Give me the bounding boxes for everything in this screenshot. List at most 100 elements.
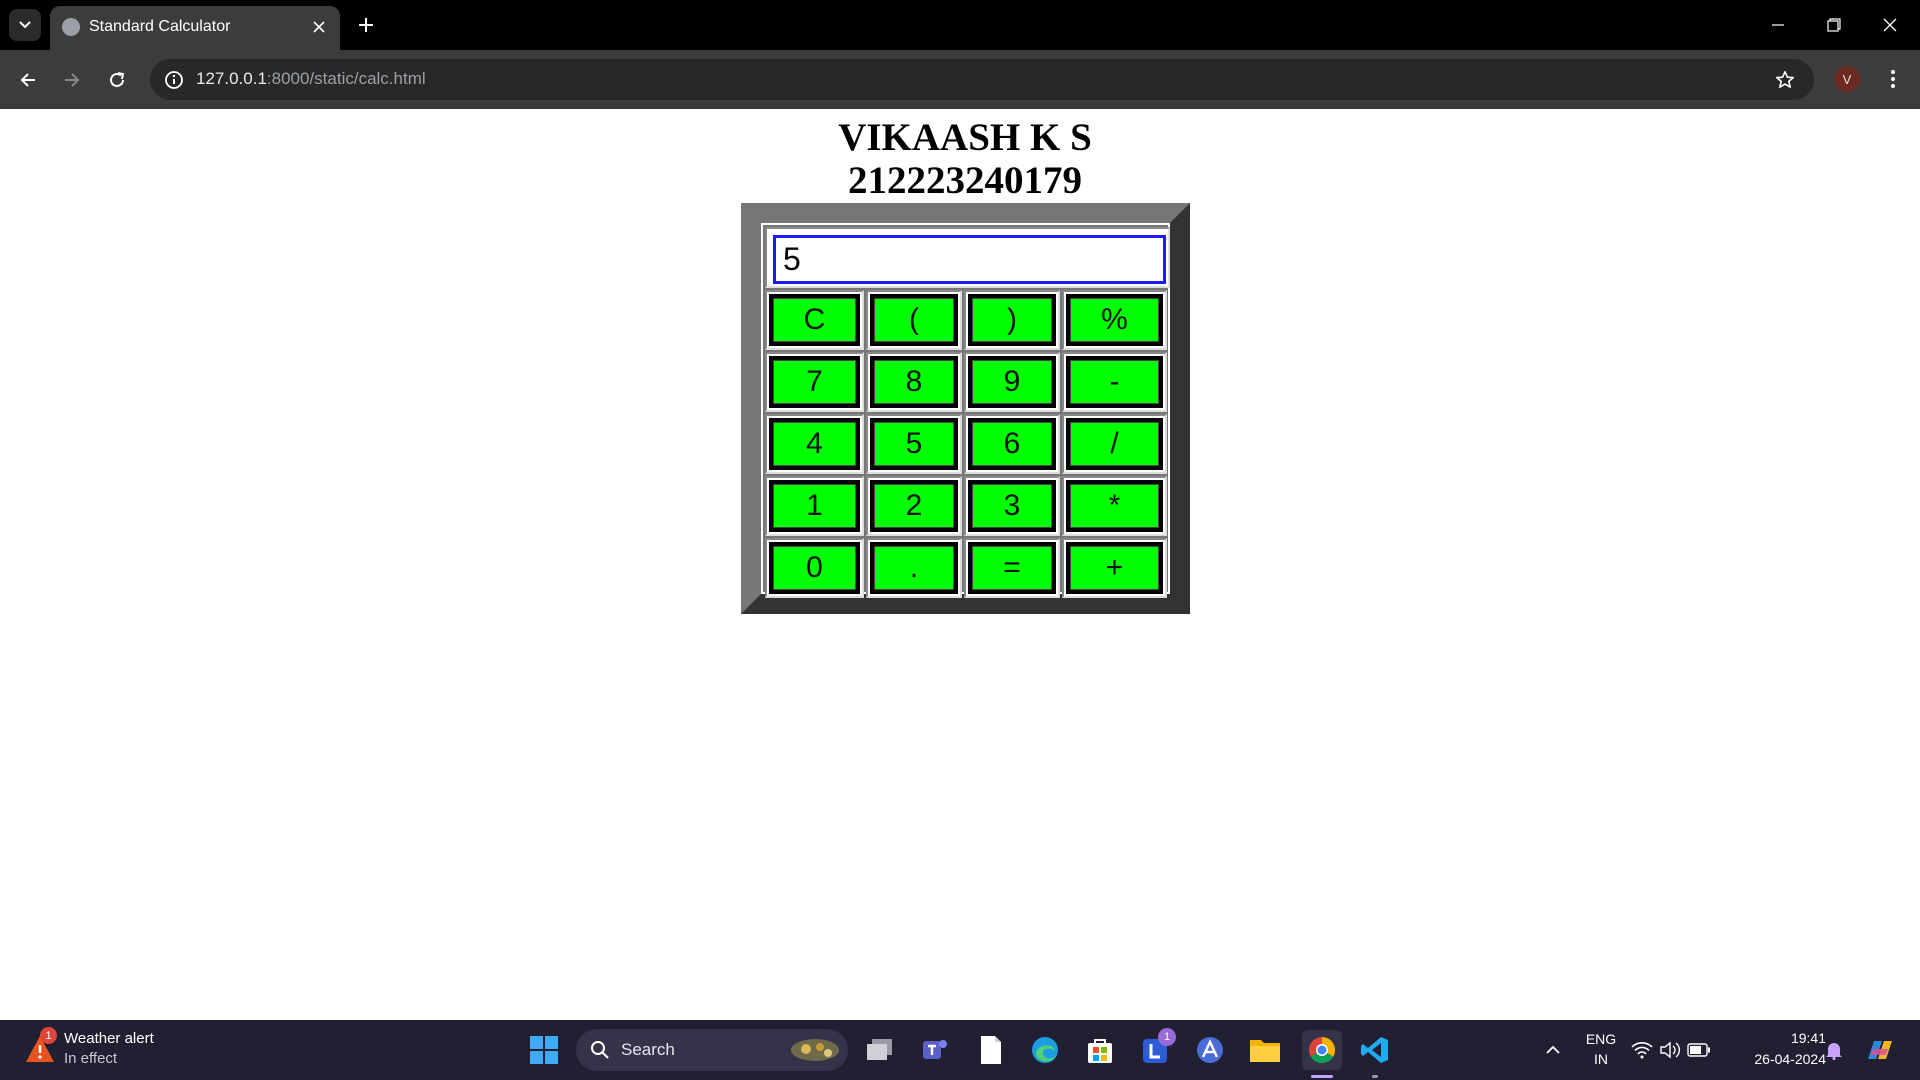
weather-title[interactable]: Weather alert [64, 1030, 154, 1047]
calc-key-3[interactable]: 3 [968, 480, 1056, 532]
calc-key-5[interactable]: 5 [870, 418, 958, 470]
chevron-up-icon [1546, 1045, 1560, 1054]
site-info-button[interactable] [162, 68, 186, 92]
page-content: VIKAASH K S 212223240179 5 C()% 7 8 9-4 5 6/1… [0, 109, 1920, 1020]
store-app[interactable] [1082, 1032, 1118, 1068]
url-text: 127.0.0.1:8000/static/calc.html [196, 69, 426, 89]
calc-key-1[interactable]: 1 [769, 480, 860, 532]
language-top[interactable]: ENG [1583, 1031, 1619, 1047]
calc-key-8[interactable]: 8 [870, 356, 958, 408]
globe-icon [62, 18, 80, 36]
browser-tab-strip: Standard Calculator [0, 0, 1920, 50]
profile-avatar[interactable]: V [1834, 66, 1860, 92]
wifi-icon [1631, 1042, 1653, 1059]
calc-key-2[interactable]: 2 [870, 480, 958, 532]
close-tab-button[interactable] [306, 14, 332, 40]
tab-title: Standard Calculator [89, 18, 231, 35]
calculator-table: 5 C()% 7 8 9-4 5 6/1 2 3 * 0. = + [761, 223, 1170, 598]
calc-key-=[interactable]: = [968, 542, 1056, 594]
weather-subtitle: In effect [64, 1050, 118, 1067]
browser-menu-button[interactable] [1878, 64, 1908, 94]
file-explorer-app[interactable] [1247, 1032, 1283, 1068]
calc-key-/[interactable]: / [1066, 418, 1163, 470]
minimize-button[interactable] [1750, 0, 1806, 50]
restore-button[interactable] [1806, 0, 1862, 50]
store-icon [1088, 1039, 1112, 1063]
calc-key-4[interactable]: 4 [769, 418, 860, 470]
key-cell: = [964, 538, 1060, 598]
show-hidden-icons-button[interactable] [1535, 1032, 1571, 1068]
restore-icon [1827, 18, 1841, 32]
browser-toolbar: 127.0.0.1:8000/static/calc.html V [0, 50, 1920, 109]
windows-logo-icon [530, 1036, 558, 1064]
key-cell: ) [964, 290, 1060, 350]
edge-app[interactable] [1027, 1032, 1063, 1068]
key-cell: - [1062, 352, 1167, 412]
more-vertical-icon [1891, 70, 1895, 88]
calc-key-)[interactable]: ) [968, 294, 1056, 346]
reload-button[interactable] [101, 64, 133, 96]
calc-key-.[interactable]: . [870, 542, 958, 594]
calc-key-+[interactable]: + [1066, 542, 1163, 594]
bookmark-button[interactable] [1772, 67, 1798, 93]
lexicon-badge: 1 [1158, 1028, 1176, 1046]
task-view-button[interactable] [862, 1032, 898, 1068]
key-cell: * [1062, 476, 1167, 536]
register-number-heading: 212223240179 [848, 159, 1082, 202]
calc-key-C[interactable]: C [769, 294, 860, 346]
calc-key-([interactable]: ( [870, 294, 958, 346]
file-app[interactable] [973, 1032, 1009, 1068]
calc-key-0[interactable]: 0 [769, 542, 860, 594]
search-label: Search [621, 1040, 675, 1059]
folder-icon [1250, 1040, 1280, 1062]
copilot-button[interactable] [1862, 1032, 1898, 1068]
vscode-app[interactable] [1357, 1032, 1393, 1068]
plus-icon [359, 18, 373, 32]
clock-date[interactable]: 26-04-2024 [1728, 1051, 1826, 1067]
start-button[interactable] [526, 1032, 562, 1068]
calc-key-9[interactable]: 9 [968, 356, 1056, 408]
triangle-app-icon [1197, 1037, 1223, 1063]
close-window-button[interactable] [1862, 0, 1918, 50]
notifications-button[interactable] [1816, 1032, 1852, 1068]
key-cell: 0 [765, 538, 864, 598]
calc-key--[interactable]: - [1066, 356, 1163, 408]
arrow-left-icon [20, 73, 35, 87]
minimize-icon [1772, 24, 1784, 26]
key-cell: 9 [964, 352, 1060, 412]
arrow-right-icon [65, 73, 80, 87]
search-highlight-icon [791, 1039, 839, 1061]
key-cell: 7 [765, 352, 864, 412]
chrome-app[interactable] [1302, 1030, 1342, 1070]
bell-icon [1826, 1043, 1842, 1060]
vscode-icon [1361, 1037, 1388, 1063]
calculator-display[interactable]: 5 [773, 235, 1166, 284]
key-cell: 5 [866, 414, 962, 474]
key-cell: . [866, 538, 962, 598]
clock-time[interactable]: 19:41 [1738, 1030, 1826, 1046]
new-tab-button[interactable] [350, 9, 382, 41]
forward-button[interactable] [56, 64, 88, 96]
teams-app[interactable] [917, 1032, 953, 1068]
browser-tab[interactable]: Standard Calculator [50, 6, 340, 50]
address-bar[interactable]: 127.0.0.1:8000/static/calc.html [150, 59, 1814, 100]
chevron-down-icon [19, 21, 31, 29]
student-name-heading: VIKAASH K S [838, 116, 1092, 159]
back-button[interactable] [12, 64, 44, 96]
star-icon [1776, 71, 1794, 88]
quick-settings-button[interactable] [1628, 1032, 1714, 1068]
calc-key-6[interactable]: 6 [968, 418, 1056, 470]
taskbar-search[interactable]: Search [576, 1029, 848, 1071]
battery-icon [1687, 1043, 1710, 1057]
calc-key-*[interactable]: * [1066, 480, 1163, 532]
arc-app[interactable] [1192, 1032, 1228, 1068]
tab-search-button[interactable] [9, 9, 41, 41]
calc-key-%[interactable]: % [1066, 294, 1163, 346]
reload-icon [110, 72, 125, 87]
key-cell: 8 [866, 352, 962, 412]
key-cell: 6 [964, 414, 1060, 474]
calc-key-7[interactable]: 7 [769, 356, 860, 408]
vscode-running-indicator [1372, 1075, 1378, 1078]
volume-icon [1660, 1041, 1680, 1059]
chrome-icon [1309, 1037, 1336, 1064]
